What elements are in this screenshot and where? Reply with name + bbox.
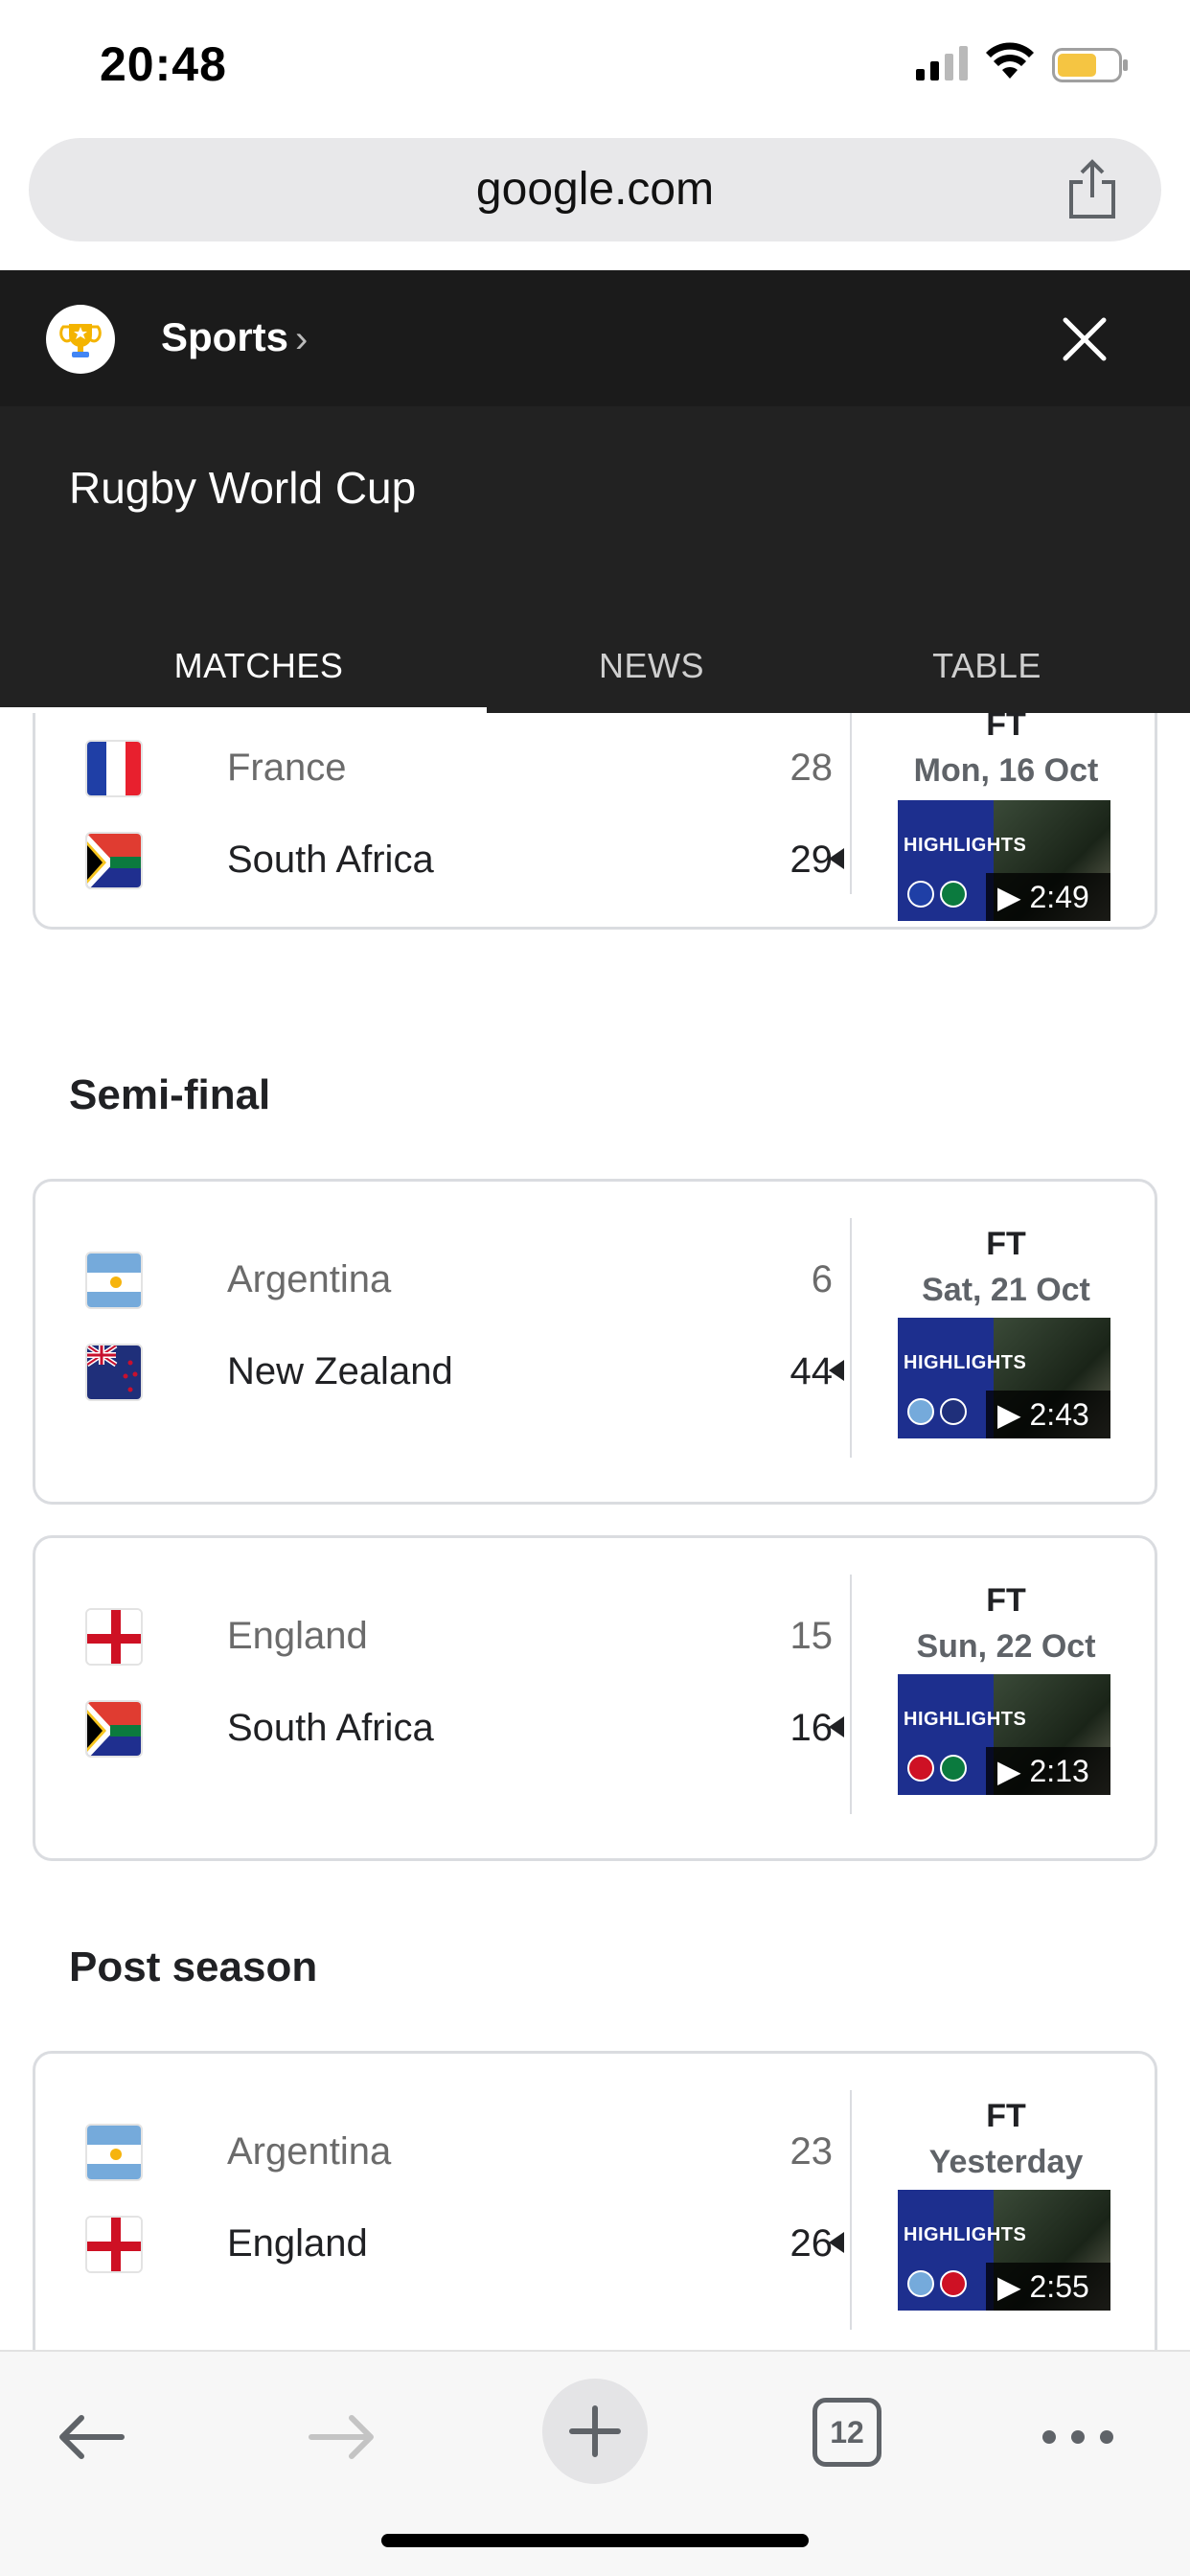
signal-icon — [916, 46, 968, 80]
match-date: Yesterday — [928, 2144, 1084, 2180]
battery-icon — [1052, 48, 1128, 82]
trophy-icon[interactable] — [46, 305, 115, 374]
section-title: Post season — [69, 1944, 318, 1990]
close-icon[interactable] — [1058, 312, 1111, 366]
video-duration: ▶ 2:55 — [986, 2263, 1110, 2311]
winner-indicator-icon — [829, 1716, 844, 1737]
team-badges — [907, 2270, 967, 2297]
england-flag-icon — [85, 1608, 143, 1666]
winner-indicator-icon — [829, 848, 844, 869]
highlights-label: HIGHLIGHTS — [904, 1352, 1027, 1373]
match-date: Mon, 16 Oct — [913, 752, 1099, 789]
match-status: FT — [986, 1582, 1026, 1619]
section-title: Semi-final — [69, 1071, 271, 1118]
match-status: FT — [986, 713, 1026, 743]
team-score: 29 — [790, 839, 834, 881]
new-zealand-flag-icon — [85, 1344, 143, 1401]
match-date: Sun, 22 Oct — [916, 1628, 1096, 1665]
match-status: FT — [986, 1226, 1026, 1262]
team-name: South Africa — [227, 1707, 434, 1749]
match-status: FT — [986, 2098, 1026, 2134]
tab-switcher-button[interactable]: 12 — [812, 2398, 881, 2467]
address-bar[interactable]: google.com — [29, 138, 1161, 242]
highlights-label: HIGHLIGHTS — [904, 835, 1027, 856]
argentina-flag-icon — [85, 1252, 143, 1309]
competition-header: Rugby World Cup MATCHES NEWS TABLE — [0, 406, 1190, 713]
highlights-label: HIGHLIGHTS — [904, 2224, 1027, 2245]
team-name: Argentina — [227, 2130, 392, 2173]
south-africa-flag-icon — [85, 832, 143, 889]
team-row: New Zealand 44 — [85, 1339, 833, 1406]
team-row: South Africa 16 — [85, 1695, 833, 1762]
england-flag-icon — [85, 2216, 143, 2273]
highlights-video-thumbnail[interactable]: HIGHLIGHTS ▶ 2:43 — [898, 1318, 1110, 1438]
team-badges — [907, 1398, 967, 1425]
team-row: Argentina 6 — [85, 1247, 833, 1314]
tab-matches[interactable]: MATCHES — [0, 623, 517, 709]
match-card[interactable]: France 28 South Africa 29 FT Mon, 16 Oct… — [33, 713, 1157, 930]
south-africa-flag-icon — [85, 1700, 143, 1758]
home-indicator[interactable] — [381, 2534, 809, 2547]
video-duration: ▶ 2:13 — [986, 1747, 1110, 1795]
competition-title: Rugby World Cup — [69, 463, 417, 513]
highlights-video-thumbnail[interactable]: HIGHLIGHTS ▶ 2:13 — [898, 1674, 1110, 1795]
tab-table[interactable]: TABLE — [843, 623, 1131, 709]
match-date: Sat, 21 Oct — [922, 1272, 1090, 1308]
winner-indicator-icon — [829, 1360, 844, 1381]
highlights-video-thumbnail[interactable]: HIGHLIGHTS ▶ 2:55 — [898, 2190, 1110, 2311]
france-flag-icon — [85, 740, 143, 797]
team-name: South Africa — [227, 839, 434, 881]
team-score: 28 — [790, 747, 834, 789]
team-name: England — [227, 1615, 368, 1657]
new-tab-button[interactable] — [542, 2379, 648, 2484]
share-icon[interactable] — [1064, 159, 1121, 220]
tab-news[interactable]: NEWS — [517, 623, 786, 709]
match-card[interactable]: Argentina 23 England 26 FT Yesterday HIG… — [33, 2051, 1157, 2350]
team-badges — [907, 1755, 967, 1782]
highlights-video-thumbnail[interactable]: HIGHLIGHTS ▶ 2:49 — [898, 800, 1110, 921]
team-row: England 15 — [85, 1603, 833, 1670]
argentina-flag-icon — [85, 2124, 143, 2181]
team-badges — [907, 881, 967, 908]
match-card[interactable]: England 15 South Africa 16 FT Sun, 22 Oc… — [33, 1535, 1157, 1861]
team-score: 44 — [790, 1350, 834, 1392]
matches-list[interactable]: France 28 South Africa 29 FT Mon, 16 Oct… — [0, 713, 1190, 2350]
team-row: South Africa 29 — [85, 827, 833, 894]
team-name: Argentina — [227, 1258, 392, 1300]
winner-indicator-icon — [829, 2232, 844, 2253]
video-duration: ▶ 2:43 — [986, 1391, 1110, 1438]
team-name: New Zealand — [227, 1350, 453, 1392]
back-icon[interactable] — [48, 2394, 134, 2480]
more-options-icon[interactable] — [1035, 2394, 1121, 2480]
team-score: 15 — [790, 1615, 834, 1657]
video-duration: ▶ 2:49 — [986, 873, 1110, 921]
team-score: 23 — [790, 2130, 834, 2173]
status-time: 20:48 — [100, 37, 227, 91]
sports-link[interactable]: Sports — [161, 314, 288, 360]
team-score: 16 — [790, 1707, 834, 1749]
wifi-icon — [986, 42, 1034, 79]
team-name: France — [227, 747, 347, 789]
forward-icon[interactable] — [299, 2394, 385, 2480]
team-name: England — [227, 2222, 368, 2265]
team-row: France 28 — [85, 735, 833, 802]
url-text[interactable]: google.com — [29, 138, 1161, 242]
highlights-label: HIGHLIGHTS — [904, 1709, 1027, 1730]
match-card[interactable]: Argentina 6 New Zealand 44 FT Sat, 21 Oc… — [33, 1179, 1157, 1505]
sports-header: Sports › — [0, 270, 1190, 406]
chevron-right-icon: › — [295, 318, 309, 360]
team-row: Argentina 23 — [85, 2119, 833, 2186]
team-score: 26 — [790, 2222, 834, 2265]
team-score: 6 — [811, 1258, 833, 1300]
team-row: England 26 — [85, 2211, 833, 2278]
